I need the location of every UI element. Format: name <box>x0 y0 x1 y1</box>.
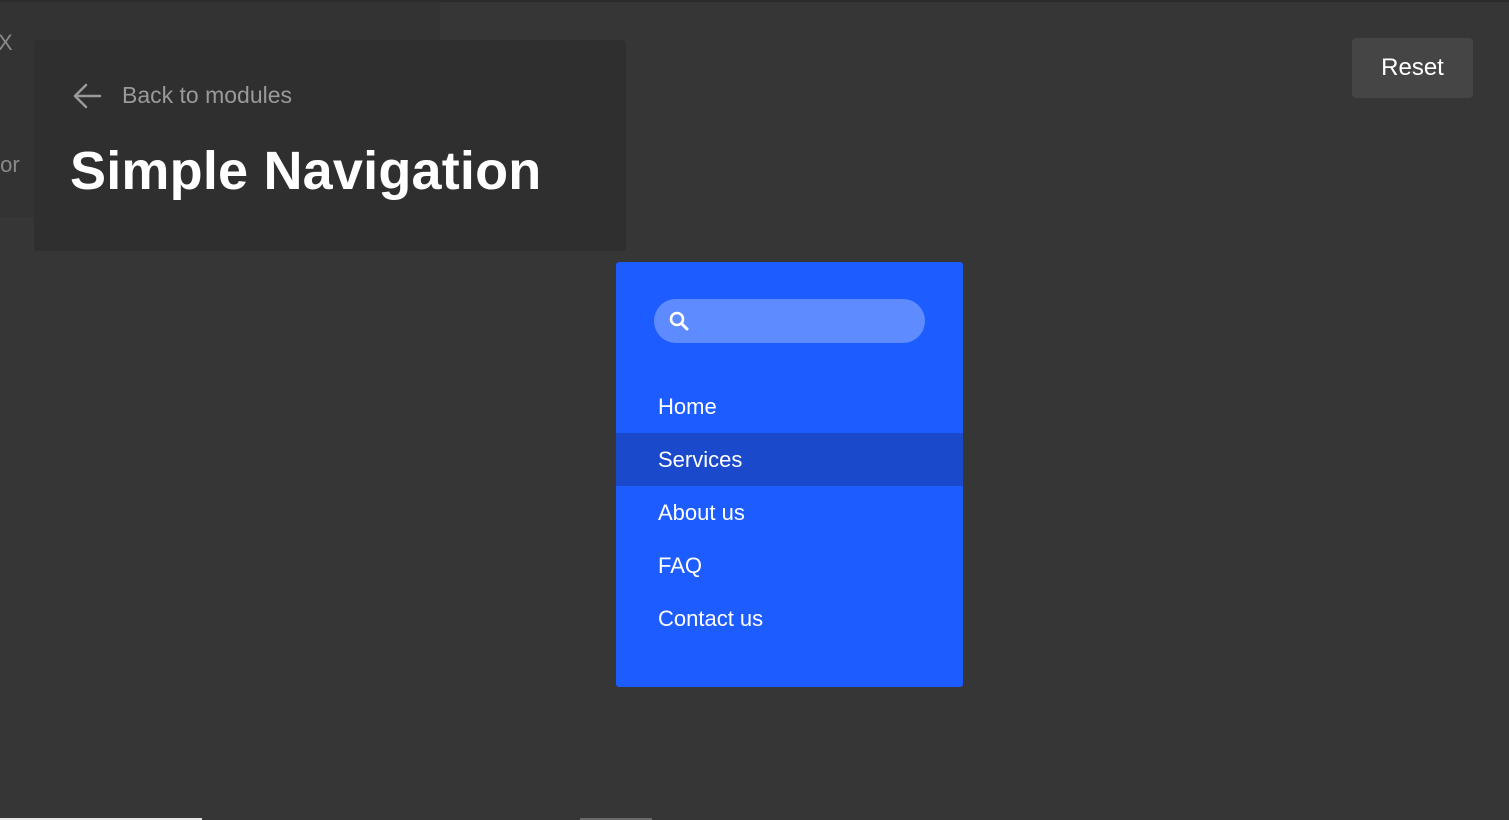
background-panel-text: tor <box>0 152 20 177</box>
search-input[interactable] <box>702 299 916 345</box>
reset-button[interactable]: Reset <box>1352 38 1473 98</box>
nav-item-services[interactable]: Services <box>616 433 963 486</box>
search-icon <box>668 310 690 337</box>
nav-item-about-us[interactable]: About us <box>616 486 963 539</box>
navigation-card: Home Services About us FAQ Contact us <box>616 262 963 687</box>
nav-item-contact-us[interactable]: Contact us <box>616 592 963 645</box>
nav-menu: Home Services About us FAQ Contact us <box>616 380 963 645</box>
back-to-modules-link[interactable]: Back to modules <box>72 82 292 109</box>
nav-item-faq[interactable]: FAQ <box>616 539 963 592</box>
arrow-left-icon <box>72 83 102 109</box>
nav-item-home[interactable]: Home <box>616 380 963 433</box>
search-bar[interactable] <box>654 299 925 345</box>
page-title: Simple Navigation <box>70 141 542 201</box>
close-icon[interactable]: X <box>0 30 13 56</box>
back-link-label: Back to modules <box>122 82 293 108</box>
